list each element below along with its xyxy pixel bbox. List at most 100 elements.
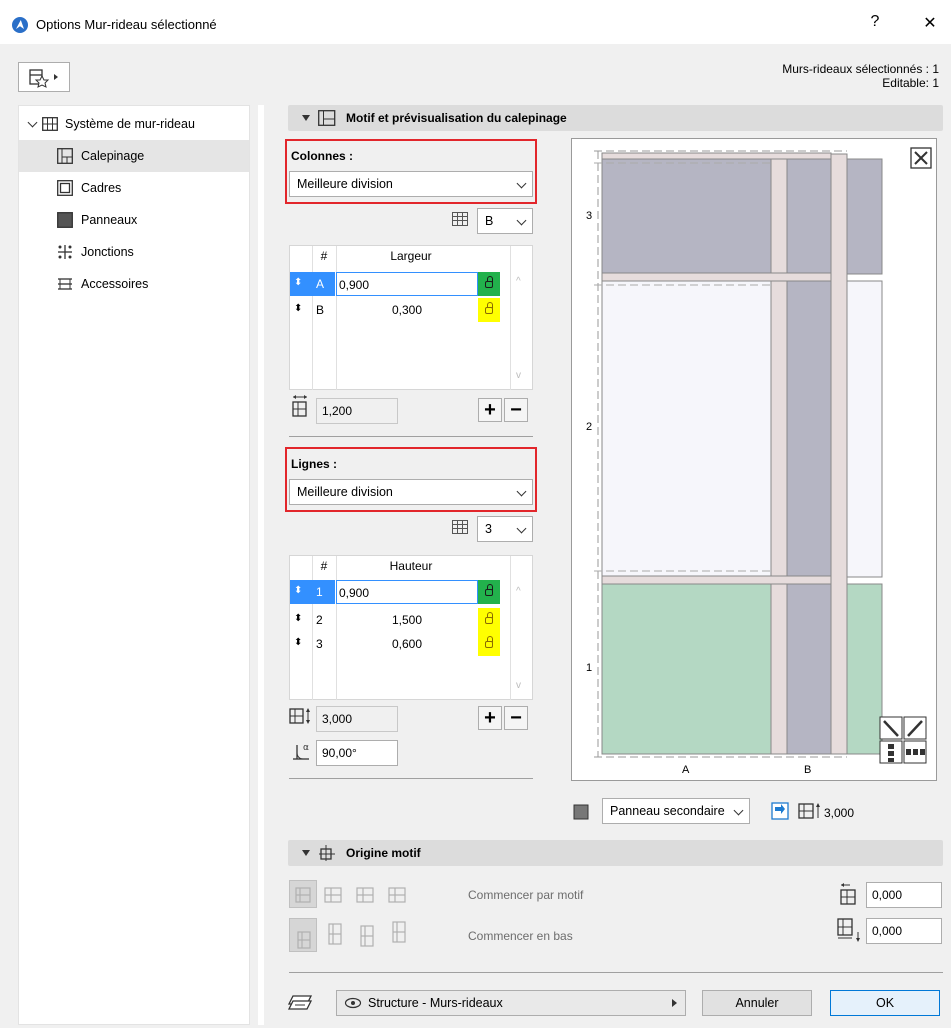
pattern-icon	[57, 148, 73, 164]
origin-section-header[interactable]: Origine motif	[288, 840, 943, 866]
origin-section-title: Origine motif	[346, 846, 421, 860]
tree-root-curtain-wall-system[interactable]: Système de mur-rideau	[19, 108, 249, 140]
rows-repeat-select[interactable]: 3	[477, 516, 533, 542]
tree-item-calepinage[interactable]: Calepinage	[19, 140, 249, 172]
start-pattern-label: Commencer par motif	[468, 888, 584, 902]
collapse-triangle-icon[interactable]	[302, 115, 310, 121]
scroll-up-icon[interactable]: ^	[516, 586, 521, 597]
accessory-icon	[58, 278, 72, 290]
panel-type-value: Panneau secondaire	[610, 804, 725, 818]
lock-icon[interactable]	[478, 272, 500, 296]
rows-repeat-value: 3	[485, 522, 492, 536]
add-column-button[interactable]: +	[478, 398, 502, 422]
angle-field[interactable]: 90,00°	[316, 740, 398, 766]
scroll-down-icon[interactable]: v	[516, 680, 521, 691]
height-input[interactable]: 0,900	[336, 580, 478, 604]
columns-repeat-select[interactable]: B	[477, 208, 533, 234]
chevron-down-icon	[733, 805, 744, 816]
panel-separator	[258, 105, 264, 1025]
layer-select[interactable]: Structure - Murs-rideaux	[336, 990, 686, 1016]
offset-y-icon	[837, 918, 860, 942]
lock-icon[interactable]	[478, 608, 500, 632]
remove-column-button[interactable]: −	[504, 398, 528, 422]
horizontal-split-icon[interactable]	[903, 740, 927, 764]
tree-item-cadres[interactable]: Cadres	[19, 172, 249, 204]
grid-icon	[452, 212, 468, 226]
angle-icon: α	[293, 743, 309, 760]
column-header-number: #	[320, 249, 328, 263]
lock-icon[interactable]	[478, 632, 500, 656]
pattern-section-title: Motif et prévisualisation du calepinage	[346, 111, 567, 125]
table-row[interactable]: ⬍ 1 0,900	[290, 580, 532, 604]
lock-icon[interactable]	[478, 580, 500, 604]
row-move-icon[interactable]: ⬍	[294, 585, 302, 596]
tree-item-label: Calepinage	[81, 149, 145, 163]
width-input[interactable]: 0,900	[336, 272, 478, 296]
expand-chevron-icon[interactable]	[27, 117, 38, 127]
cancel-button[interactable]: Annuler	[702, 990, 812, 1016]
row-move-icon[interactable]: ⬍	[294, 637, 302, 648]
selection-info: Murs-rideaux sélectionnés : 1 Editable: …	[782, 62, 939, 90]
panel-height-icon	[798, 803, 820, 819]
total-width-icon	[292, 395, 307, 417]
columns-table: # Largeur ⬍ A 0,900 ⬍ B 0,300 ^ v	[289, 245, 533, 390]
lock-icon[interactable]	[478, 298, 500, 322]
layer-icon	[287, 995, 313, 1010]
chevron-right-icon	[672, 999, 677, 1007]
row-move-icon[interactable]: ⬍	[294, 613, 302, 624]
columns-label: Colonnes :	[291, 149, 353, 163]
help-button[interactable]: ?	[860, 13, 890, 31]
favorites-button[interactable]	[18, 62, 70, 92]
origin-horizontal-icons	[295, 887, 406, 903]
panel-type-select[interactable]: Panneau secondaire	[602, 798, 750, 824]
table-row[interactable]: ⬍ 2 1,500	[290, 608, 532, 632]
remove-row-button[interactable]: −	[504, 706, 528, 730]
collapse-triangle-icon[interactable]	[302, 850, 310, 856]
row-value: 0,600	[392, 637, 423, 651]
ok-button[interactable]: OK	[830, 990, 940, 1016]
row-id: 2	[316, 613, 323, 627]
rows-mode-select[interactable]: Meilleure division	[289, 479, 533, 505]
tree-item-panneaux[interactable]: Panneaux	[19, 204, 249, 236]
origin-vertical-icons	[297, 921, 406, 949]
pattern-preview: 3 2 1 A B	[571, 138, 937, 781]
columns-mode-select[interactable]: Meilleure division	[289, 171, 533, 197]
pattern-section-header[interactable]: Motif et prévisualisation du calepinage	[288, 105, 943, 131]
rows-label: Lignes :	[291, 457, 338, 471]
column-header-number: #	[320, 559, 328, 573]
vertical-split-icon[interactable]	[879, 740, 903, 764]
tree-item-label: Jonctions	[81, 245, 134, 259]
col-label-b: B	[804, 764, 811, 776]
preview-close-icon[interactable]	[910, 147, 932, 169]
eye-icon[interactable]	[344, 997, 362, 1009]
row-label-1: 1	[586, 662, 592, 674]
tree-item-jonctions[interactable]: Jonctions	[19, 236, 249, 268]
panel-icon	[57, 212, 73, 228]
close-button[interactable]: ✕	[915, 13, 945, 33]
tree-root-label: Système de mur-rideau	[65, 117, 195, 131]
col-label-a: A	[682, 764, 690, 776]
add-row-button[interactable]: +	[478, 706, 502, 730]
scroll-up-icon[interactable]: ^	[516, 276, 521, 287]
row-value: 1,500	[392, 613, 423, 627]
row-move-icon[interactable]: ⬍	[294, 303, 302, 314]
tree-item-label: Panneaux	[81, 213, 138, 227]
row-id: A	[316, 277, 325, 291]
table-row[interactable]: ⬍ A 0,900	[290, 272, 532, 296]
tree-item-accessoires[interactable]: Accessoires	[19, 268, 249, 300]
table-row[interactable]: ⬍ 3 0,600	[290, 632, 532, 656]
diagonal-left-icon[interactable]	[879, 716, 903, 740]
table-row[interactable]: ⬍ B 0,300	[290, 298, 532, 322]
offset-y-field[interactable]: 0,000	[866, 918, 942, 944]
chevron-down-icon	[516, 178, 527, 189]
divider	[289, 436, 533, 437]
apply-panel-icon[interactable]	[770, 801, 790, 821]
offset-x-field[interactable]: 0,000	[866, 882, 942, 908]
row-value: 0,300	[392, 303, 423, 317]
scroll-down-icon[interactable]: v	[516, 370, 521, 381]
grid-icon	[452, 520, 468, 534]
offset-x-icon	[840, 883, 856, 905]
layer-value: Structure - Murs-rideaux	[368, 996, 503, 1010]
row-move-icon[interactable]: ⬍	[294, 277, 302, 288]
diagonal-right-icon[interactable]	[903, 716, 927, 740]
